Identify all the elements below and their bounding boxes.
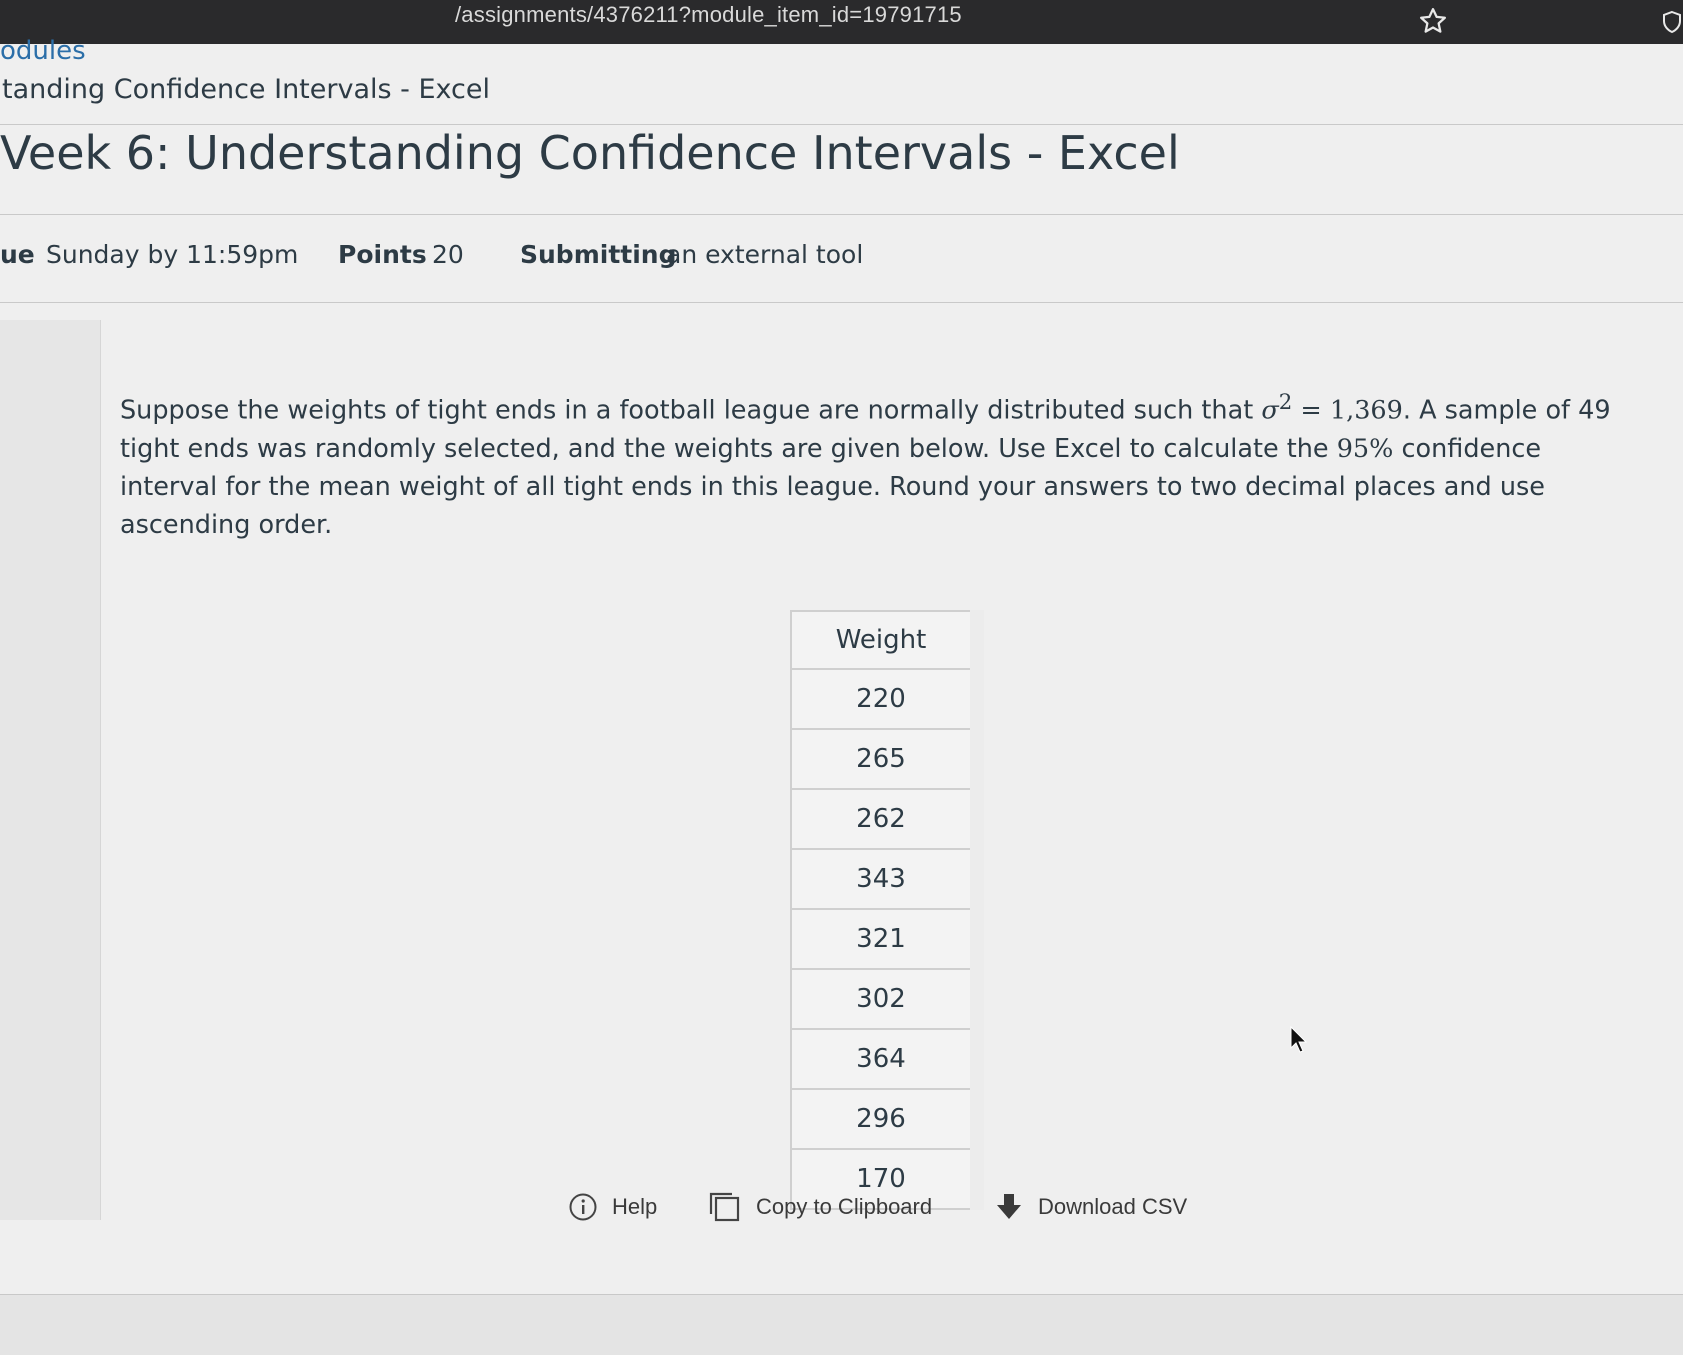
divider — [0, 124, 1683, 125]
page-body: odules tanding Confidence Intervals - Ex… — [0, 36, 1683, 1355]
variance-value: = 1,369 — [1292, 395, 1403, 426]
sigma-symbol: σ — [1261, 395, 1279, 426]
submitting-label: Submitting — [520, 240, 677, 269]
divider — [0, 302, 1683, 303]
due-label: ue — [0, 240, 35, 269]
table-row: 321 — [791, 909, 984, 970]
breadcrumb-modules-link[interactable]: odules — [0, 36, 86, 66]
star-icon[interactable] — [1418, 6, 1448, 36]
weight-cell: 262 — [791, 789, 984, 850]
divider — [0, 214, 1683, 215]
due-value: Sunday by 11:59pm — [46, 240, 299, 269]
table-row: 302 — [791, 969, 984, 1030]
question-part1: Suppose the weights of tight ends in a f… — [120, 395, 1254, 426]
points-label: Points — [338, 240, 427, 269]
page-title: Veek 6: Understanding Confidence Interva… — [0, 126, 1180, 180]
copy-to-clipboard-button[interactable]: Copy to Clipboard — [708, 1192, 932, 1222]
page-footer-area — [0, 1294, 1683, 1355]
breadcrumb-assignment[interactable]: tanding Confidence Intervals - Excel — [2, 74, 490, 105]
weight-cell: 321 — [791, 909, 984, 970]
url-bar[interactable]: /assignments/4376211?module_item_id=1979… — [455, 2, 962, 28]
info-icon — [569, 1193, 597, 1221]
confidence-level: 95% — [1336, 433, 1394, 464]
download-csv-button[interactable]: Download CSV — [994, 1192, 1187, 1222]
question-text: Suppose the weights of tight ends in a f… — [120, 384, 1630, 544]
table-row: 262 — [791, 789, 984, 850]
weight-cell: 302 — [791, 969, 984, 1030]
copy-label: Copy to Clipboard — [756, 1194, 933, 1219]
copy-icon — [709, 1192, 740, 1222]
download-label: Download CSV — [1038, 1194, 1188, 1219]
weight-cell: 296 — [791, 1089, 984, 1150]
frame-gutter — [0, 320, 101, 1220]
weight-cell: 343 — [791, 849, 984, 910]
column-header-weight: Weight — [791, 611, 984, 670]
table-row: 364 — [791, 1029, 984, 1090]
points-value: 20 — [432, 240, 464, 269]
table-header-row: Weight — [791, 611, 984, 670]
mouse-pointer-icon — [1290, 1026, 1308, 1053]
table-row: 296 — [791, 1089, 984, 1150]
shield-icon[interactable] — [1660, 10, 1683, 34]
weight-cell: 265 — [791, 729, 984, 790]
question-frame: Suppose the weights of tight ends in a f… — [0, 320, 1683, 1220]
submitting-value: an external tool — [666, 240, 864, 269]
sigma-exponent: 2 — [1278, 390, 1293, 415]
weight-cell: 220 — [791, 669, 984, 730]
weights-table: Weight 220 265 262 343 321 302 364 296 1… — [790, 610, 984, 1210]
help-button[interactable]: Help — [568, 1192, 657, 1222]
table-row: 220 — [791, 669, 984, 730]
table-row: 265 — [791, 729, 984, 790]
table-row: 343 — [791, 849, 984, 910]
weight-cell: 364 — [791, 1029, 984, 1090]
help-label: Help — [612, 1194, 658, 1219]
browser-toolbar: /assignments/4376211?module_item_id=1979… — [0, 0, 1683, 44]
download-arrow-icon — [997, 1194, 1021, 1219]
